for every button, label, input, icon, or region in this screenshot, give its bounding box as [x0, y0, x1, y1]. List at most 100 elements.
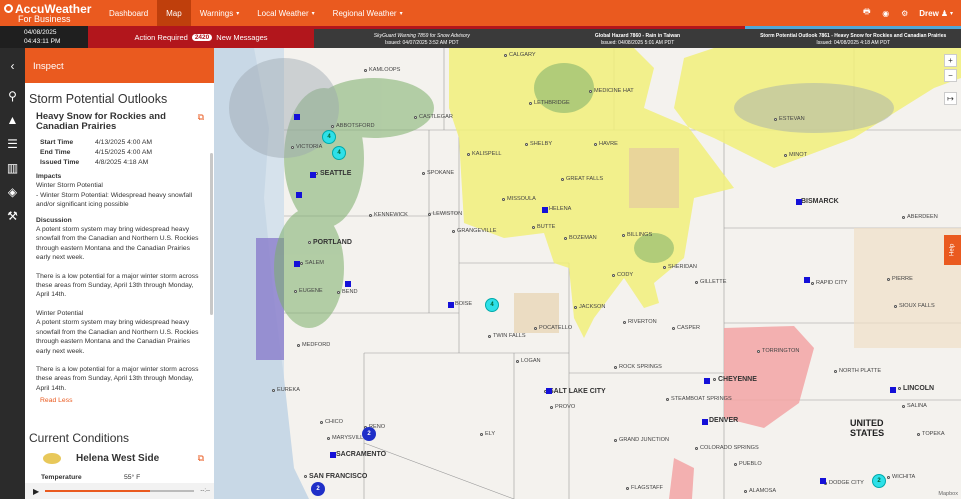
current-conditions-title: Current Conditions — [29, 431, 130, 446]
city-label: JACKSON — [574, 304, 605, 310]
user-icon: ♟ — [940, 8, 948, 18]
map-canvas — [214, 48, 961, 499]
city-label: SEATTLE — [315, 170, 351, 177]
cluster-marker[interactable]: 4 — [332, 146, 346, 160]
nav-warnings[interactable]: Warnings ▾ — [191, 0, 249, 26]
timeline-time: --:-- — [200, 488, 210, 494]
station-marker[interactable] — [820, 478, 826, 484]
user-menu[interactable]: Drew ♟ ▾ — [919, 9, 953, 18]
chevron-down-icon: ▾ — [949, 10, 953, 17]
outlook-times: Start Time 4/13/2025 4:00 AM End Time 4/15… — [40, 139, 153, 166]
city-label: POCATELLO — [534, 325, 572, 331]
external-link-icon[interactable]: ⧉ — [198, 453, 204, 464]
station-marker[interactable] — [330, 452, 336, 458]
station-marker[interactable] — [294, 261, 300, 267]
zoom-out-button[interactable]: − — [944, 69, 957, 82]
zoom-in-button[interactable]: + — [944, 54, 957, 67]
warning-ticker-item[interactable]: SkyGuard Warning 7859 for Snow Advisory I… — [314, 26, 530, 48]
city-label: COLORADO SPRINGS — [695, 445, 759, 451]
station-marker[interactable] — [796, 199, 802, 205]
city-label: DENVER — [704, 417, 738, 424]
cluster-marker[interactable]: 2 — [872, 474, 886, 488]
warning-ticker-item[interactable]: Storm Potential Outlook 7861 - Heavy Sno… — [745, 26, 961, 48]
nav-dashboard[interactable]: Dashboard — [100, 0, 157, 26]
station-marker[interactable] — [296, 192, 302, 198]
cluster-marker[interactable]: 2 — [311, 482, 325, 496]
city-label: BILLINGS — [622, 232, 652, 238]
map-icon[interactable]: ▥ — [0, 156, 25, 180]
city-label: CHICO — [320, 419, 343, 425]
action-required-button[interactable]: Action Required 2420 New Messages — [88, 26, 314, 48]
mapbox-attribution[interactable]: Mapbox — [938, 491, 958, 497]
city-label: MINOT — [784, 152, 807, 158]
city-label: SAN FRANCISCO — [304, 473, 367, 480]
station-marker[interactable] — [294, 114, 300, 120]
station-marker[interactable] — [542, 207, 548, 213]
city-label: SHELBY — [525, 141, 552, 147]
city-label: SIOUX FALLS — [894, 303, 935, 309]
list-icon[interactable]: ☰ — [0, 132, 25, 156]
hazard-area — [669, 458, 694, 499]
city-label: GRAND JUNCTION — [614, 437, 669, 443]
cluster-marker[interactable]: 4 — [322, 130, 336, 144]
nav-local-weather[interactable]: Local Weather ▾ — [248, 0, 323, 26]
warning-ticker-item[interactable]: Global Hazard 7860 - Rain in Taiwan Issue… — [529, 26, 746, 48]
city-label: CALGARY — [504, 52, 536, 58]
date-time: 04/08/2025 04:43:11 PM — [0, 26, 88, 48]
city-label: TWIN FALLS — [488, 333, 526, 339]
weather-map[interactable]: CALGARY KAMLOOPS MEDICINE HAT LETHBRIDGE… — [214, 48, 961, 499]
timeline-player: ▶ --:-- — [25, 483, 214, 499]
timeline-slider[interactable] — [45, 490, 195, 492]
help-tab[interactable]: Help — [944, 235, 961, 265]
station-marker[interactable] — [890, 387, 896, 393]
read-less-link[interactable]: Read Less — [25, 393, 214, 404]
city-label: BISMARCK — [796, 198, 839, 205]
city-label: MEDFORD — [297, 342, 330, 348]
station-marker[interactable] — [804, 277, 810, 283]
cluster-marker[interactable]: 2 — [362, 427, 376, 441]
city-label: LINCOLN — [898, 385, 934, 392]
warning-icon[interactable]: ▲ — [0, 108, 25, 132]
city-label: PUEBLO — [734, 461, 762, 467]
station-marker[interactable] — [702, 419, 708, 425]
station-marker[interactable] — [546, 388, 552, 394]
search-icon[interactable]: ⚲ — [0, 84, 25, 108]
outlook-name: Heavy Snow for Rockies and Canadian Prai… — [36, 111, 166, 132]
inspect-panel: Inspect Storm Potential Outlooks Heavy S… — [25, 48, 214, 499]
city-label: GREAT FALLS — [561, 176, 603, 182]
cluster-marker[interactable]: 4 — [485, 298, 499, 312]
city-label: LOGAN — [516, 358, 541, 364]
accuweather-logo[interactable]: AccuWeather For Business — [0, 0, 100, 26]
nav-regional-weather[interactable]: Regional Weather ▾ — [324, 0, 412, 26]
city-label: ALAMOSA — [744, 488, 776, 494]
city-label: SACRAMENTO — [331, 451, 386, 458]
tools-icon[interactable]: ⚒ — [0, 204, 25, 228]
city-label: MEDICINE HAT — [589, 88, 634, 94]
chevron-left-icon[interactable]: ‹ — [0, 48, 25, 84]
city-label: WICHITA — [887, 474, 915, 480]
station-marker[interactable] — [704, 378, 710, 384]
fullscreen-button[interactable]: ↦ — [944, 92, 957, 105]
panel-scrollbar[interactable] — [210, 153, 213, 315]
gear-icon[interactable]: ⚙ — [900, 9, 909, 18]
city-label: ABBOTSFORD — [331, 123, 375, 129]
external-link-icon[interactable]: ⧉ — [198, 112, 204, 132]
city-label: HELENA — [544, 206, 571, 212]
layers-icon[interactable]: ◈ — [0, 180, 25, 204]
play-icon[interactable]: ▶ — [33, 487, 39, 496]
station-marker[interactable] — [448, 302, 454, 308]
station-marker[interactable] — [310, 172, 316, 178]
alert-bar: 04/08/2025 04:43:11 PM Action Required 2… — [0, 26, 961, 48]
city-label: ESTEVAN — [774, 116, 805, 122]
station-marker[interactable] — [345, 281, 351, 287]
top-nav: AccuWeather For Business Dashboard Map W… — [0, 0, 961, 26]
city-label: MARYSVILLE — [327, 435, 367, 441]
city-label: SALT LAKE CITY — [544, 388, 606, 395]
nav-map[interactable]: Map — [157, 0, 191, 26]
city-label: TOPEKA — [917, 431, 945, 437]
print-icon[interactable]: 🖶 — [862, 7, 871, 17]
city-label: KAMLOOPS — [364, 67, 400, 73]
sun-icon — [4, 4, 13, 13]
camera-icon[interactable]: ◉ — [881, 9, 890, 18]
city-label: RAPID CITY — [811, 280, 847, 286]
